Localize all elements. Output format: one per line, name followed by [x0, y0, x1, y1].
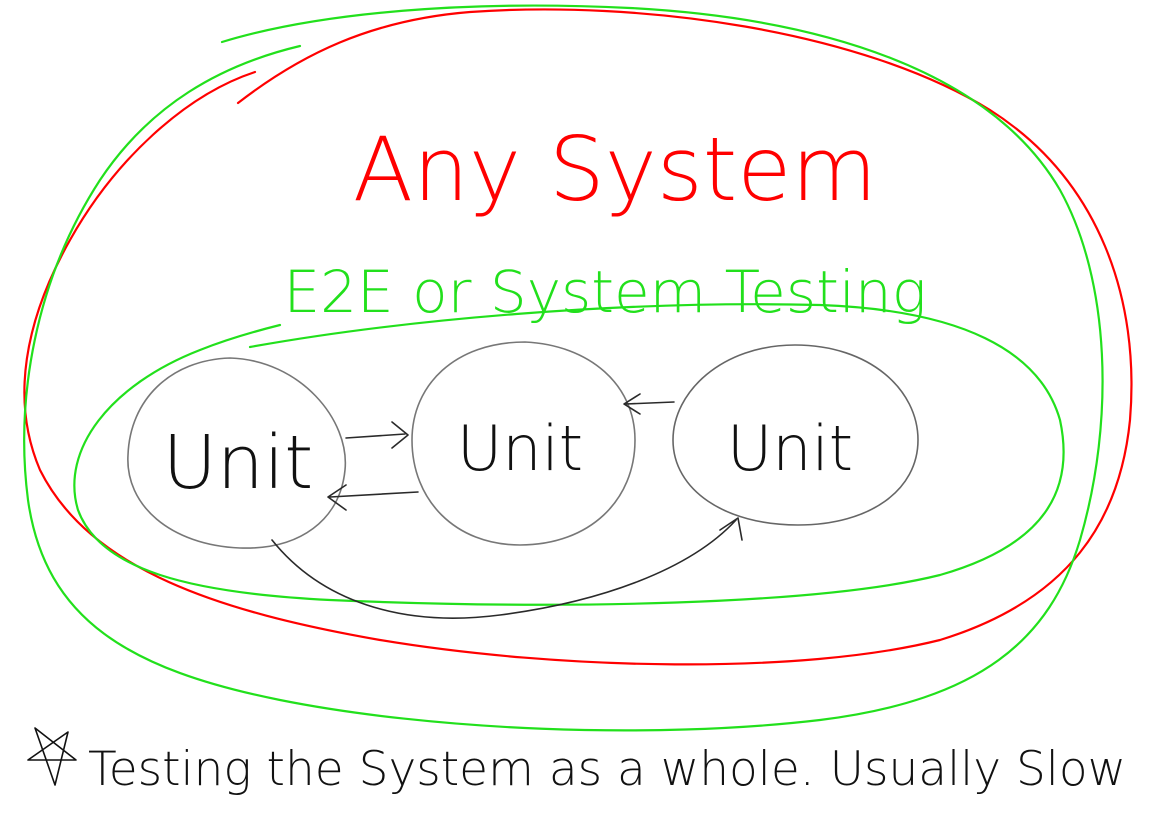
arrow-unit1-to-unit2 — [345, 421, 409, 449]
arrow-unit2-to-unit1 — [327, 484, 419, 511]
unit-label-1: Unit — [163, 420, 314, 506]
unit-label-2: Unit — [457, 412, 583, 485]
star-icon — [27, 727, 77, 786]
diagram-subtitle: E2E or System Testing — [283, 258, 926, 326]
system-testing-diagram: Any System E2E or System Testing Unit Un… — [23, 4, 1133, 797]
bottom-note: Testing the System as a whole. Usually S… — [88, 742, 1126, 797]
diagram-title: Any System — [353, 118, 877, 221]
unit-label-3: Unit — [727, 412, 853, 485]
